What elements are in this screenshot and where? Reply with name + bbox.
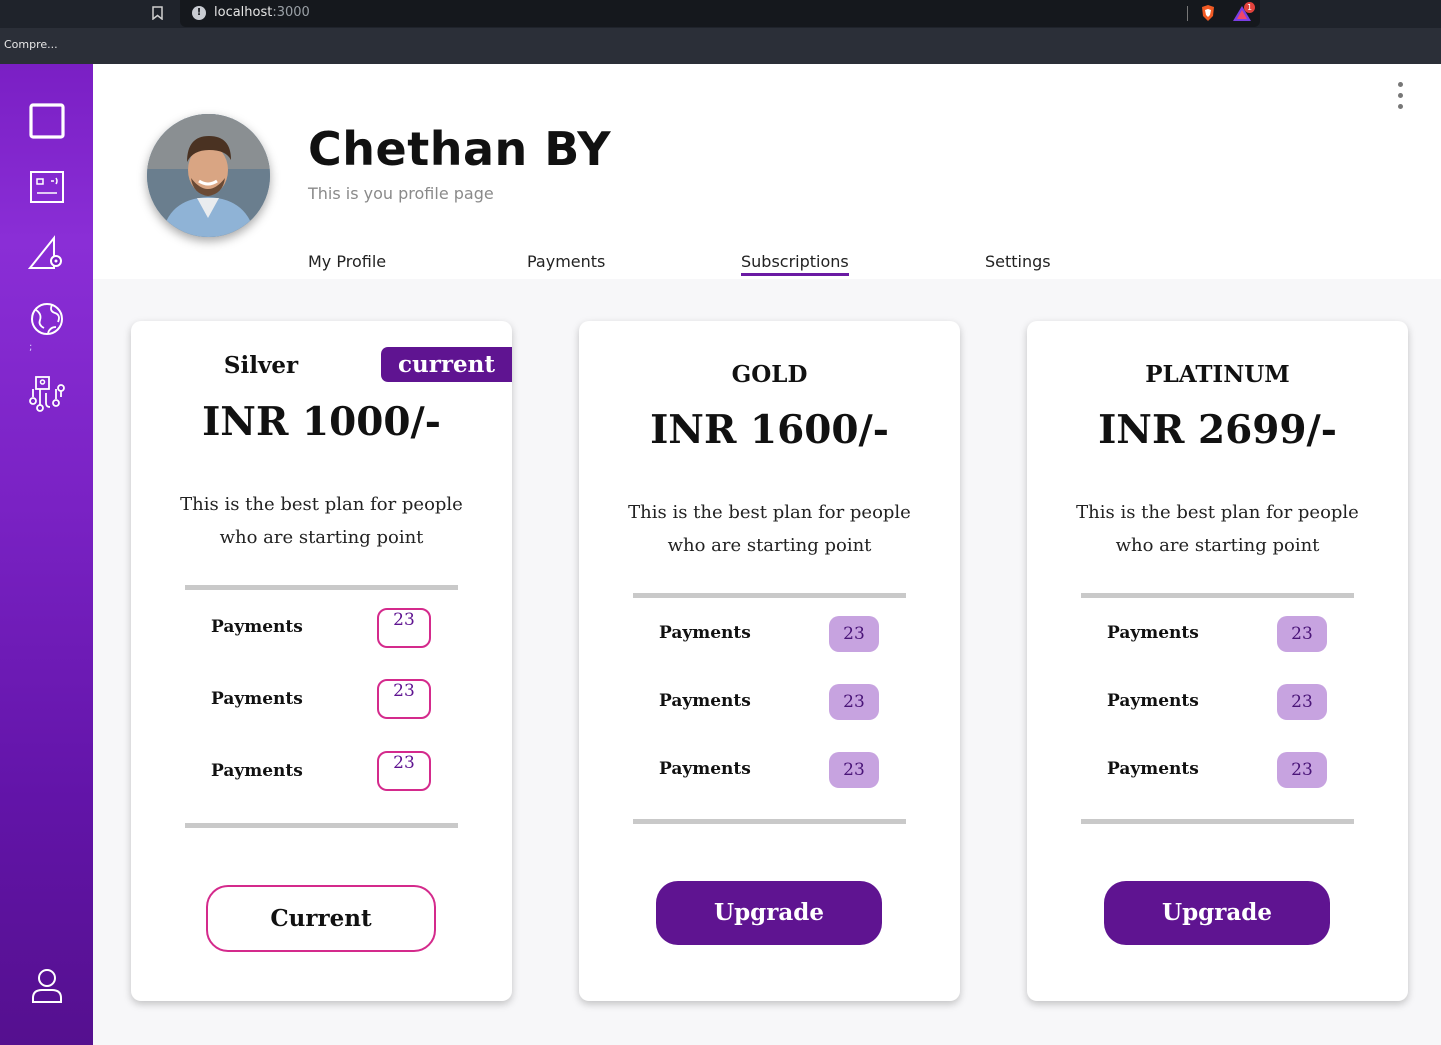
upgrade-button[interactable]: Upgrade bbox=[656, 881, 882, 945]
address-bar[interactable]: ! localhost:3000 1 bbox=[180, 0, 1260, 27]
feature-label: Payments bbox=[1107, 691, 1199, 711]
plan-price: INR 2699/- bbox=[1098, 407, 1337, 453]
brave-shield-icon[interactable] bbox=[1199, 4, 1217, 22]
browser-tab-title[interactable]: Compre... bbox=[4, 38, 58, 51]
square-icon[interactable] bbox=[28, 102, 66, 140]
feature-count: 23 bbox=[377, 608, 431, 648]
plan-description: This is the best plan for people who are… bbox=[180, 494, 463, 548]
url-text[interactable]: localhost:3000 bbox=[214, 5, 310, 20]
globe-icon[interactable] bbox=[28, 300, 66, 338]
profile-subtitle: This is you profile page bbox=[308, 184, 494, 203]
dashboard-card-icon[interactable] bbox=[28, 168, 66, 206]
divider bbox=[1081, 819, 1354, 824]
plan-card-gold: GOLD INR 1600/- This is the best plan fo… bbox=[579, 321, 960, 1001]
feature-label: Payments bbox=[211, 689, 303, 709]
url-separator bbox=[1187, 6, 1188, 21]
avatar bbox=[147, 114, 270, 237]
profile-header: Chethan BY This is you profile page My P… bbox=[93, 64, 1441, 279]
plan-description: This is the best plan for people who are… bbox=[1076, 502, 1359, 556]
plan-name: PLATINUM bbox=[1145, 361, 1290, 388]
feature-label: Payments bbox=[1107, 759, 1199, 779]
plan-card-platinum: PLATINUM INR 2699/- This is the best pla… bbox=[1027, 321, 1408, 1001]
feature-label: Payments bbox=[659, 623, 751, 643]
design-tool-icon[interactable] bbox=[27, 234, 66, 272]
feature-count: 23 bbox=[1277, 616, 1327, 652]
tab-payments[interactable]: Payments bbox=[527, 252, 605, 271]
user-network-icon[interactable] bbox=[28, 375, 66, 413]
feature-count: 23 bbox=[829, 616, 879, 652]
upgrade-button[interactable]: Upgrade bbox=[1104, 881, 1330, 945]
plan-card-silver: Silver current INR 1000/- This is the be… bbox=[131, 321, 512, 1001]
tab-subscriptions[interactable]: Subscriptions bbox=[741, 252, 849, 276]
browser-chrome: ! localhost:3000 1 Compre... bbox=[0, 0, 1441, 64]
rewards-badge: 1 bbox=[1244, 2, 1255, 13]
feature-count: 23 bbox=[377, 751, 431, 791]
feature-label: Payments bbox=[659, 691, 751, 711]
feature-count: 23 bbox=[1277, 684, 1327, 720]
divider bbox=[1081, 593, 1354, 598]
tab-my-profile[interactable]: My Profile bbox=[308, 252, 386, 271]
plan-price: INR 1000/- bbox=[202, 399, 441, 445]
feature-label: Payments bbox=[211, 617, 303, 637]
divider bbox=[185, 823, 458, 828]
profile-name: Chethan BY bbox=[308, 122, 612, 176]
feature-label: Payments bbox=[1107, 623, 1199, 643]
feature-count: 23 bbox=[377, 679, 431, 719]
divider bbox=[633, 593, 906, 598]
feature-count: 23 bbox=[1277, 752, 1327, 788]
current-plan-badge: current bbox=[381, 347, 512, 382]
user-icon[interactable] bbox=[28, 967, 66, 1005]
feature-label: Payments bbox=[211, 761, 303, 781]
divider bbox=[633, 819, 906, 824]
plan-name: GOLD bbox=[731, 361, 808, 388]
site-info-icon[interactable]: ! bbox=[192, 6, 206, 20]
current-plan-button[interactable]: Current bbox=[206, 885, 436, 952]
sidebar-stray-text: ; bbox=[29, 342, 33, 353]
divider bbox=[185, 585, 458, 590]
plan-description: This is the best plan for people who are… bbox=[628, 502, 911, 556]
sidebar: ; bbox=[0, 64, 93, 1045]
more-options-icon[interactable] bbox=[1393, 82, 1407, 114]
feature-count: 23 bbox=[829, 684, 879, 720]
bookmark-icon[interactable] bbox=[152, 6, 163, 20]
plan-price: INR 1600/- bbox=[650, 407, 889, 453]
feature-count: 23 bbox=[829, 752, 879, 788]
tab-settings[interactable]: Settings bbox=[985, 252, 1051, 271]
feature-label: Payments bbox=[659, 759, 751, 779]
